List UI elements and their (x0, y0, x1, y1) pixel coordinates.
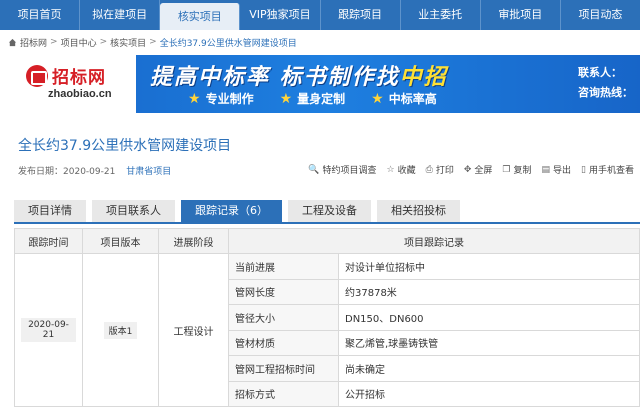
record-key: 管材材质 (228, 329, 339, 356)
tab-contacts[interactable]: 项目联系人 (92, 200, 175, 222)
copy-icon: ❐ (502, 164, 511, 175)
feature-item: ★ 专业制作 (188, 90, 254, 107)
record-value: 尚未确定 (338, 355, 640, 382)
site-logo[interactable]: 招标网 zhaobiao.cn (18, 55, 136, 113)
search-icon: 🔍 (308, 164, 320, 175)
tab-related-bids[interactable]: 相关招投标 (377, 200, 460, 222)
version-cell: 版本1 (82, 253, 159, 407)
crumb-current: 全长约37.9公里供水管网建设项目 (159, 38, 297, 49)
banner-contact: 联系人： 咨询热线： (578, 63, 633, 103)
nav-item-news[interactable]: 项目动态 (561, 0, 640, 30)
crumb-project-center[interactable]: 项目中心 (61, 36, 97, 49)
print-button[interactable]: ⎙ 打印 (425, 163, 454, 177)
tab-project-details[interactable]: 项目详情 (14, 200, 86, 222)
record-key: 当前进展 (228, 253, 339, 280)
stage-cell: 工程设计 (158, 253, 229, 407)
page-title: 全长约37.9公里供水管网建设项目 (18, 138, 232, 154)
crumb-separator: > (149, 37, 157, 47)
breadcrumb: 招标网 > 项目中心 > 核实项目 > 全长约37.9公里供水管网建设项目 (8, 34, 297, 50)
tracking-time: 2020-09-21 (21, 318, 76, 342)
record-key: 管网长度 (228, 278, 339, 305)
publish-date: 2020-09-21 (63, 167, 116, 177)
nav-item-vip[interactable]: VIP独家项目 (240, 0, 321, 30)
record-value: 对设计单位招标中 (338, 253, 640, 280)
feature-item: ★ 中标率高 (371, 90, 437, 107)
copy-button[interactable]: ❐ 复制 (502, 163, 531, 177)
nav-item-tracking[interactable]: 跟踪项目 (321, 0, 401, 30)
record-key: 招标方式 (228, 380, 339, 407)
export-button[interactable]: ▤ 导出 (541, 163, 572, 177)
tracking-time-cell: 2020-09-21 (14, 253, 83, 407)
col-header-record: 项目跟踪记录 (228, 228, 640, 254)
tab-bar: 项目详情 项目联系人 跟踪记录（6） 工程及设备 相关招投标 (14, 200, 640, 224)
tab-tracking-records[interactable]: 跟踪记录（6） (181, 200, 282, 222)
banner-features: ★ 专业制作 ★ 量身定制 ★ 中标率高 (188, 90, 437, 107)
record-value: DN150、DN600 (338, 304, 640, 331)
logo-mark-icon (26, 65, 48, 87)
ad-banner[interactable]: 招标网 zhaobiao.cn 提高中标率 标书制作找中招 ★ 专业制作 ★ 量身定… (18, 55, 640, 113)
col-header-version: 项目版本 (82, 228, 159, 254)
star-icon: ☆ (386, 164, 395, 175)
col-header-time: 跟踪时间 (14, 228, 83, 254)
printer-icon: ⎙ (425, 164, 433, 175)
version-value: 版本1 (103, 321, 138, 339)
tracking-table: 跟踪时间 项目版本 进展阶段 项目跟踪记录 2020-09-21 版本1 工程设… (14, 228, 640, 407)
nav-item-verified[interactable]: 核实项目 (160, 3, 241, 30)
mobile-view-button[interactable]: ▯ 用手机查看 (581, 163, 634, 177)
col-header-stage: 进展阶段 (158, 228, 229, 254)
star-icon: ★ (371, 90, 384, 107)
date-label: 发布日期： (18, 167, 64, 177)
slogan-highlight: 中招 (399, 65, 448, 90)
nav-item-planned[interactable]: 拟在建项目 (80, 0, 161, 30)
hotline-label: 咨询热线： (578, 86, 633, 99)
banner-slogan: 提高中标率 标书制作找中招 (150, 65, 448, 90)
nav-item-owner[interactable]: 业主委托 (401, 0, 481, 30)
phone-icon: ▯ (581, 164, 586, 175)
logo-domain: zhaobiao.cn (48, 88, 112, 100)
nav-item-approval[interactable]: 审批项目 (481, 0, 561, 30)
action-bar: 🔍 特约项目调查 ☆ 收藏 ⎙ 打印 ✥ 全屏 ❐ 复制 ▤ 导出 ▯ 用手机查看 (308, 163, 634, 177)
record-value: 公开招标 (338, 380, 640, 407)
fullscreen-icon: ✥ (463, 164, 472, 175)
record-key: 管网工程招标时间 (228, 355, 339, 382)
table-header-row: 跟踪时间 项目版本 进展阶段 项目跟踪记录 (14, 228, 640, 254)
home-icon (8, 38, 17, 46)
crumb-separator: > (99, 37, 108, 47)
export-icon: ▤ (541, 164, 551, 175)
contact-label: 联系人： (578, 66, 622, 79)
region-link[interactable]: 甘肃省项目 (126, 167, 171, 177)
record-key: 管径大小 (228, 304, 339, 331)
special-survey-button[interactable]: 🔍 特约项目调查 (308, 163, 376, 177)
table-row: 2020-09-21 版本1 工程设计 当前进展 对设计单位招标中 (14, 253, 640, 407)
nav-item-home[interactable]: 项目首页 (0, 0, 81, 30)
star-icon: ★ (188, 90, 201, 107)
record-value: 约37878米 (338, 278, 640, 305)
tab-engineering-equipment[interactable]: 工程及设备 (288, 200, 371, 222)
record-value: 聚乙烯管,球墨铸铁管 (338, 329, 640, 356)
crumb-site[interactable]: 招标网 (20, 36, 47, 49)
fullscreen-button[interactable]: ✥ 全屏 (463, 163, 493, 177)
top-nav: 项目首页 拟在建项目 核实项目 VIP独家项目 跟踪项目 业主委托 审批项目 项… (0, 0, 640, 30)
crumb-separator: > (50, 37, 58, 47)
crumb-verified[interactable]: 核实项目 (110, 36, 146, 49)
star-icon: ★ (279, 90, 293, 107)
feature-item: ★ 量身定制 (279, 90, 346, 107)
publish-meta: 发布日期：2020-09-21 甘肃省项目 (18, 164, 171, 177)
favorite-button[interactable]: ☆ 收藏 (386, 163, 416, 177)
logo-text: 招标网 (52, 68, 106, 88)
